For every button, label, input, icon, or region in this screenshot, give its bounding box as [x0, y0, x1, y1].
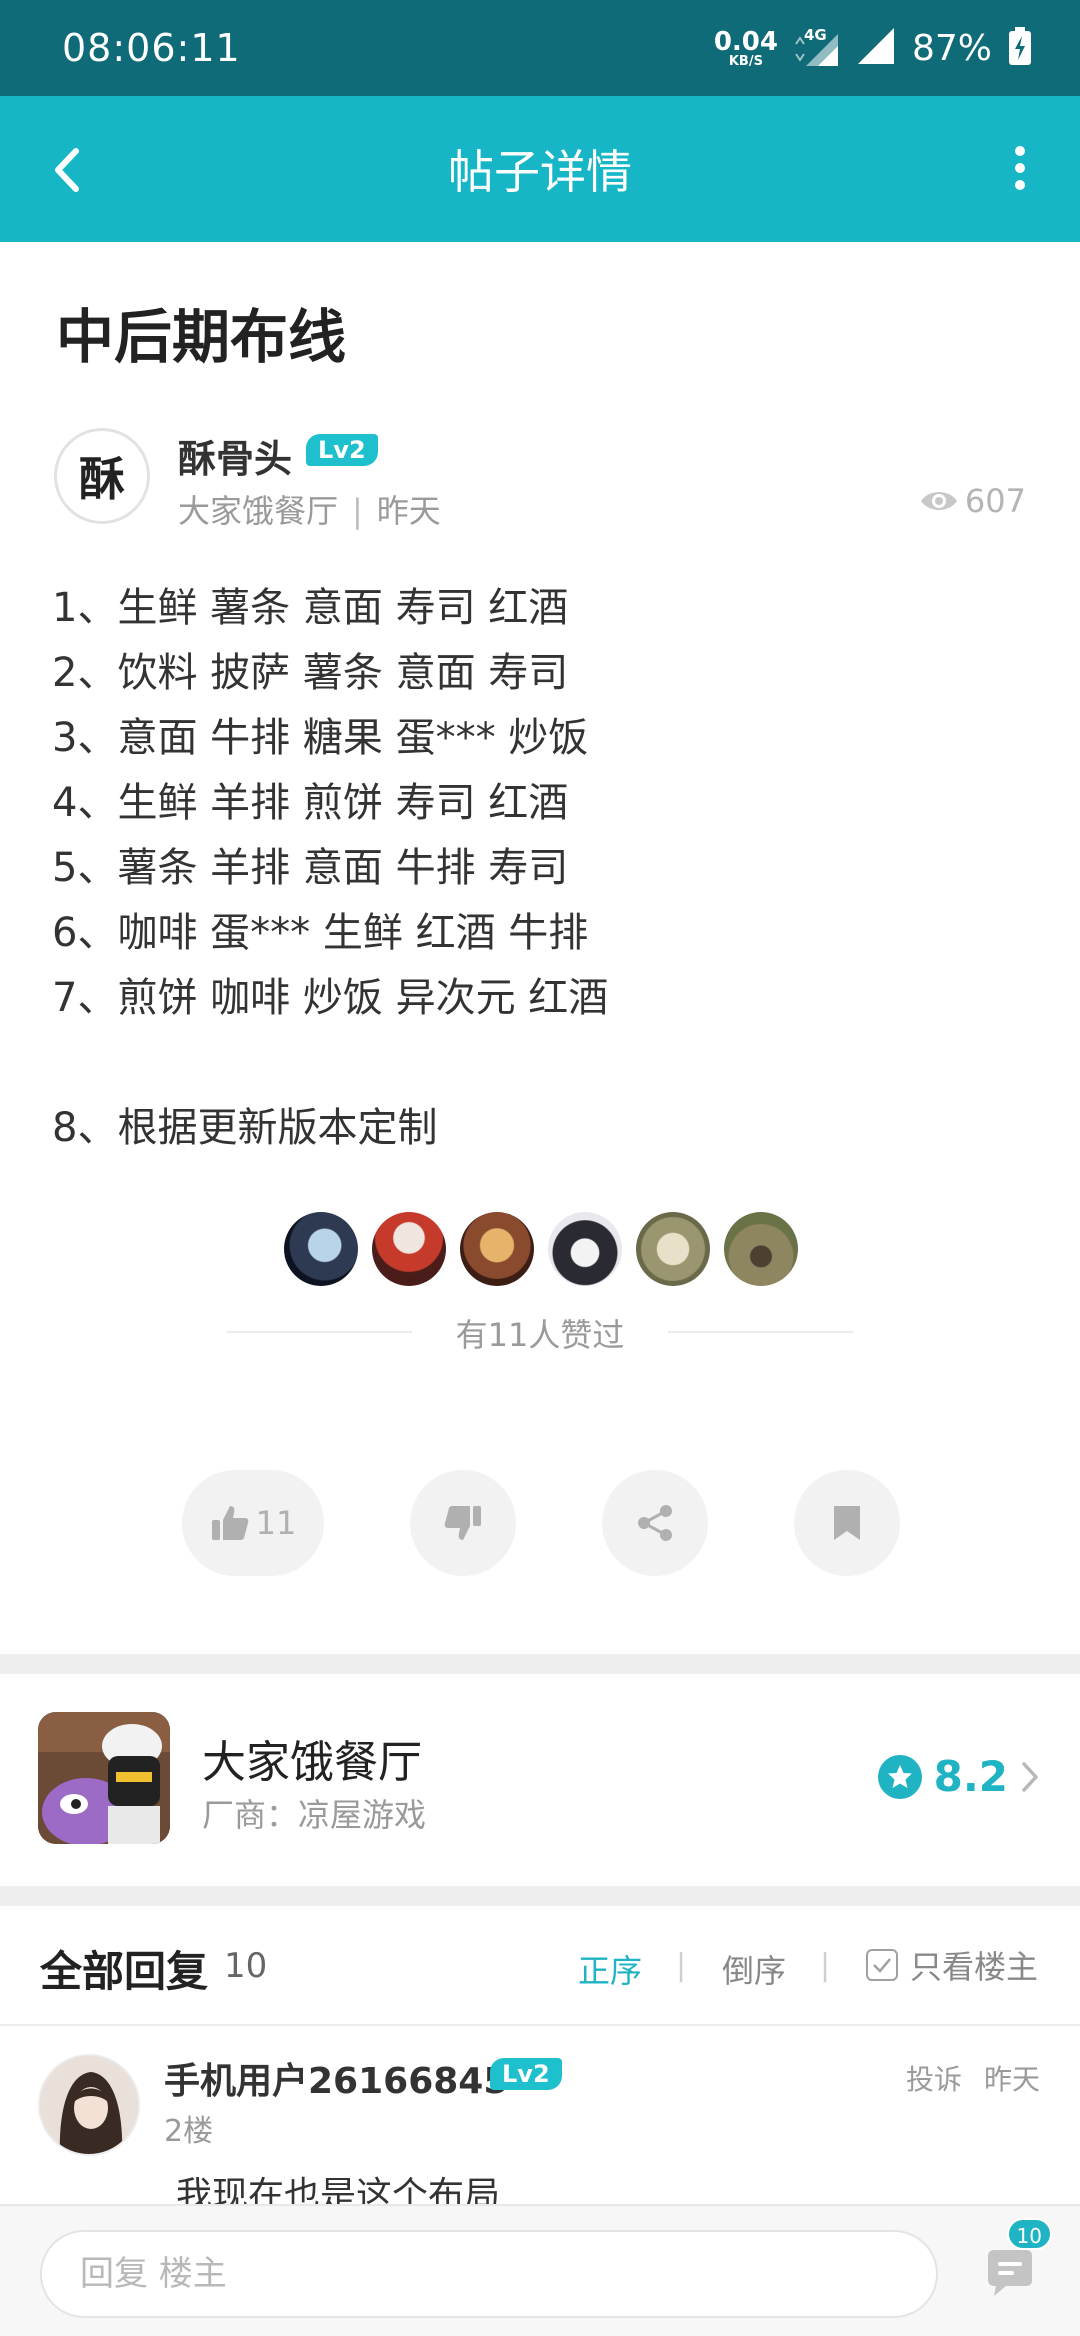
status-time: 08:06:11 — [62, 26, 241, 70]
game-vendor: 厂商：凉屋游戏 — [202, 1796, 427, 1834]
post-line: 5、薯条 羊排 意面 牛排 寿司 — [52, 845, 569, 891]
post-line: 2、饮料 披萨 薯条 意面 寿司 — [52, 650, 569, 696]
net-speed-value: 0.04 — [713, 26, 778, 57]
game-score[interactable]: 8.2 — [877, 1752, 1040, 1801]
post-line: 4、生鲜 羊排 煎饼 寿司 红酒 — [52, 780, 569, 826]
reply-floor: 2楼 — [164, 2114, 214, 2149]
likers-text[interactable]: 有11人赞过 — [0, 1310, 1080, 1356]
post-time: 昨天 — [376, 492, 441, 530]
sort-separator: | — [820, 1948, 831, 1983]
reply-level-badge: Lv2 — [490, 2058, 562, 2090]
eye-icon — [920, 492, 957, 510]
author-meta: 大家饿餐厅 | 昨天 — [178, 486, 441, 532]
only-op-label: 只看楼主 — [910, 1948, 1039, 1986]
only-op-toggle[interactable]: 只看楼主 — [866, 1942, 1038, 1988]
section-gap — [0, 1886, 1080, 1906]
reply-time: 昨天 — [983, 2063, 1040, 2096]
thumbs-up-icon — [211, 1506, 249, 1540]
section-gap — [0, 1654, 1080, 1674]
liker-avatar[interactable] — [548, 1212, 622, 1286]
bottom-bar: 回复 楼主 10 — [0, 2204, 1080, 2336]
view-count: 607 — [919, 482, 1026, 520]
comment-icon — [988, 2250, 1032, 2296]
signal-4g-icon: 4G — [794, 26, 840, 68]
status-indicators: 0.04 KB/S 4G 87% — [714, 22, 1032, 74]
post-line: 8、根据更新版本定制 — [52, 1105, 438, 1151]
replies-divider — [0, 2024, 1080, 2026]
share-button[interactable] — [602, 1470, 708, 1576]
post-title: 中后期布线 — [56, 303, 347, 371]
bookmark-icon — [834, 1506, 860, 1540]
sort-ascending-tab[interactable]: 正序 — [578, 1946, 642, 1992]
author-level-badge: Lv2 — [306, 434, 378, 466]
liker-avatar[interactable] — [724, 1212, 798, 1286]
liker-avatar[interactable] — [284, 1212, 358, 1286]
replies-title: 全部回复 — [40, 1947, 209, 1996]
liker-avatar[interactable] — [372, 1212, 446, 1286]
score-value: 8.2 — [933, 1752, 1008, 1801]
post-line: 1、生鲜 薯条 意面 寿司 红酒 — [52, 585, 569, 631]
more-vertical-icon — [1015, 146, 1025, 190]
likers-divider-right — [668, 1331, 854, 1333]
replies-count: 10 — [224, 1946, 268, 1986]
post-line — [52, 1031, 608, 1096]
author-name[interactable]: 酥骨头 — [178, 428, 292, 483]
liker-avatars — [284, 1212, 798, 1286]
game-name[interactable]: 大家饿餐厅 — [202, 1726, 422, 1790]
author-avatar[interactable]: 酥 — [54, 428, 150, 524]
meta-separator: | — [352, 492, 363, 530]
liker-avatar[interactable] — [460, 1212, 534, 1286]
more-menu-button[interactable] — [990, 138, 1050, 198]
network-type-label: 4G — [803, 26, 827, 44]
bookmark-button[interactable] — [794, 1470, 900, 1576]
author-avatar-glyph: 酥 — [79, 452, 125, 506]
reply-username[interactable]: 手机用户26166845 — [164, 2052, 508, 2104]
net-speed: 0.04 KB/S — [714, 29, 778, 68]
post-line: 7、煎饼 咖啡 炒饭 异次元 红酒 — [52, 975, 609, 1021]
liker-avatar[interactable] — [636, 1212, 710, 1286]
page-title: 帖子详情 — [448, 145, 632, 199]
author-forum[interactable]: 大家饿餐厅 — [178, 492, 338, 530]
game-icon[interactable] — [38, 1712, 170, 1844]
sort-separator: | — [676, 1948, 687, 1983]
star-icon — [877, 1754, 922, 1799]
comment-count-badge: 10 — [1006, 2218, 1052, 2250]
signal-icon — [856, 26, 896, 70]
chevron-right-icon — [1022, 1761, 1038, 1792]
net-speed-unit: KB/S — [728, 53, 763, 69]
post-line: 3、意面 牛排 糖果 蛋*** 炒饭 — [52, 715, 589, 761]
post-line: 6、咖啡 蛋*** 生鲜 红酒 牛排 — [52, 910, 589, 956]
share-icon — [638, 1505, 672, 1541]
dislike-button[interactable] — [410, 1470, 516, 1576]
thumbs-down-icon — [444, 1506, 481, 1540]
comments-button[interactable] — [980, 2244, 1040, 2304]
status-bar: 08:06:11 0.04 KB/S 4G 87% — [0, 0, 1080, 96]
report-link[interactable]: 投诉 — [906, 2058, 962, 2098]
post-actions: 11 — [0, 1470, 1080, 1576]
app-header: 帖子详情 — [0, 96, 1080, 242]
reply-actions: 投诉 昨天 — [906, 2058, 1040, 2098]
battery-percent: 87% — [911, 27, 992, 69]
post-body: 1、生鲜 薯条 意面 寿司 红酒 2、饮料 披萨 薯条 意面 寿司 3、意面 牛… — [52, 576, 608, 1161]
view-count-value: 607 — [964, 482, 1026, 520]
reply-avatar[interactable] — [38, 2054, 140, 2156]
battery-charging-icon — [1008, 26, 1032, 70]
sort-descending-tab[interactable]: 倒序 — [722, 1946, 786, 1992]
like-button[interactable]: 11 — [182, 1470, 324, 1576]
checkbox-icon — [866, 1949, 898, 1981]
reply-input[interactable]: 回复 楼主 — [40, 2230, 938, 2318]
like-count: 11 — [255, 1504, 297, 1542]
